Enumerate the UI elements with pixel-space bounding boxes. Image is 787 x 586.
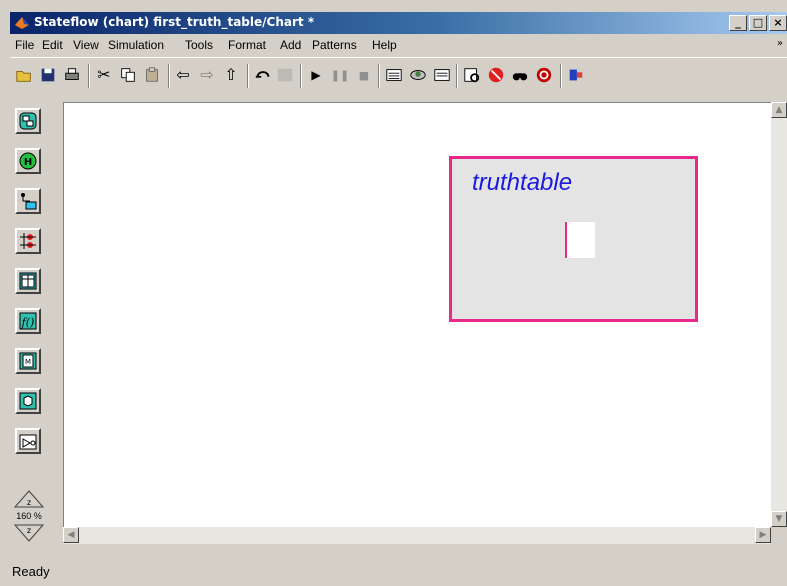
toolbar-separator	[560, 64, 562, 88]
truth-table-label[interactable]: truthtable	[472, 169, 572, 197]
zoom-level-label: 160 %	[16, 511, 42, 521]
back-icon[interactable]: ⇦	[173, 65, 193, 85]
vertical-scrollbar[interactable]: ▲ ▼	[771, 102, 787, 527]
undo-icon[interactable]	[253, 65, 273, 85]
explorer-icon[interactable]	[432, 65, 452, 85]
toolbar-separator	[168, 64, 170, 88]
menu-bar: File Edit View Simulation Tools Format A…	[10, 35, 787, 55]
open-icon[interactable]	[14, 65, 34, 85]
svg-text:H: H	[24, 157, 32, 168]
stop-debug-icon[interactable]	[486, 65, 506, 85]
target-ring-icon[interactable]	[534, 65, 554, 85]
stateflow-app-icon	[15, 17, 29, 29]
box-tool-icon[interactable]	[15, 388, 41, 414]
play-icon[interactable]: ▶	[306, 65, 326, 85]
scroll-right-icon[interactable]: ▶	[755, 527, 771, 543]
svg-text:f(): f()	[21, 316, 35, 329]
toolbar-separator	[456, 64, 458, 88]
truth-table-object[interactable]: truthtable	[449, 156, 698, 322]
toolbar-separator	[247, 64, 249, 88]
forward-icon[interactable]: ⇨	[197, 65, 217, 85]
default-transition-tool-icon[interactable]	[15, 188, 41, 214]
svg-text:M: M	[25, 358, 31, 366]
menu-edit[interactable]: Edit	[42, 38, 63, 52]
build-icon[interactable]	[384, 65, 404, 85]
model-icon[interactable]	[566, 65, 586, 85]
cut-icon[interactable]: ✂	[94, 65, 114, 85]
text-cursor	[565, 222, 595, 258]
paste-icon[interactable]	[142, 65, 162, 85]
minimize-button[interactable]: _	[729, 15, 747, 31]
menu-format[interactable]: Format	[228, 38, 266, 52]
window-title: Stateflow (chart) first_truth_table/Char…	[34, 15, 315, 29]
up-icon[interactable]: ⇧	[221, 65, 241, 85]
copy-icon[interactable]	[118, 65, 138, 85]
target-icon[interactable]	[408, 65, 428, 85]
menu-file[interactable]: File	[15, 38, 34, 52]
save-icon[interactable]	[38, 65, 58, 85]
menu-overflow-icon[interactable]: »	[777, 38, 783, 49]
toolbar-separator	[378, 64, 380, 88]
zoom-out-icon[interactable]: z	[14, 524, 44, 542]
scroll-left-icon[interactable]: ◀	[63, 527, 79, 543]
object-palette: H f() M z 160 % z	[10, 102, 44, 544]
status-bar: Ready	[10, 560, 787, 584]
embedded-function-tool-icon[interactable]: M	[15, 348, 41, 374]
toolbar-separator	[88, 64, 90, 88]
svg-text:z: z	[27, 498, 31, 507]
truth-table-tool-icon[interactable]	[15, 268, 41, 294]
function-tool-icon[interactable]: f()	[15, 308, 41, 334]
state-tool-icon[interactable]	[15, 108, 41, 134]
maximize-button[interactable]: □	[749, 15, 767, 31]
redo-icon[interactable]	[275, 65, 295, 85]
menu-view[interactable]: View	[73, 38, 99, 52]
simulink-function-tool-icon[interactable]	[15, 428, 41, 454]
menu-patterns[interactable]: Patterns	[312, 38, 357, 52]
scroll-down-icon[interactable]: ▼	[771, 511, 787, 527]
scrollbar-corner	[771, 527, 787, 544]
title-bar[interactable]: Stateflow (chart) first_truth_table/Char…	[10, 12, 787, 34]
menu-tools[interactable]: Tools	[185, 38, 213, 52]
stateflow-window: Stateflow (chart) first_truth_table/Char…	[0, 0, 787, 586]
scroll-up-icon[interactable]: ▲	[771, 102, 787, 118]
menu-add[interactable]: Add	[280, 38, 301, 52]
status-text: Ready	[12, 564, 50, 579]
pause-icon[interactable]: ❚❚	[330, 65, 350, 85]
menu-help[interactable]: Help	[372, 38, 397, 52]
find-icon[interactable]	[510, 65, 530, 85]
toolbar-separator	[300, 64, 302, 88]
connective-junction-tool-icon[interactable]	[15, 228, 41, 254]
horizontal-scrollbar[interactable]: ◀ ▶	[63, 527, 771, 544]
toolbar: ✂ ⇦ ⇨ ⇧ ▶ ❚❚ ■	[10, 57, 787, 92]
zoom-in-icon[interactable]: z	[14, 490, 44, 508]
menu-simulation[interactable]: Simulation	[108, 38, 164, 52]
stop-icon[interactable]: ■	[354, 65, 374, 85]
close-button[interactable]: ×	[769, 15, 787, 31]
history-junction-tool-icon[interactable]: H	[15, 148, 41, 174]
print-icon[interactable]	[62, 65, 82, 85]
debug-icon[interactable]	[462, 65, 482, 85]
svg-text:z: z	[27, 526, 31, 535]
